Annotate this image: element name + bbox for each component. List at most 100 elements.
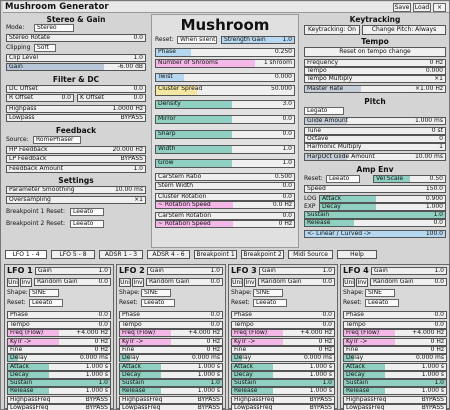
strength-gain-slider[interactable]: Strength Gain 1.0 [221, 36, 295, 44]
lfo-gain-slider[interactable]: Gain 1.0 [259, 267, 335, 275]
lfo-fine-slider[interactable]: Fine 0 Hz [7, 346, 111, 354]
lfo-kytr-slider[interactable]: KyTr -> 0 Hz [119, 338, 223, 346]
bp2-reset-select[interactable]: Leeato [70, 220, 104, 228]
lfo-phase-slider[interactable]: Phase 0.0 [343, 311, 447, 319]
lfo-decay-slider[interactable]: Decay 1.000 s [119, 371, 223, 379]
tab-breakpoint-1[interactable]: Breakpoint 1 [194, 250, 237, 259]
mushroom-phase-slider[interactable]: Phase 0.250 [155, 48, 295, 57]
lfo-attack-slider[interactable]: Attack 1.000 s [343, 363, 447, 371]
lfo-freq-slider[interactable]: Freq (Flow) +4.000 Hz [7, 329, 111, 337]
amp-reset-select[interactable]: Leeato [326, 175, 360, 183]
lfo-fine-slider[interactable]: Fine 0 Hz [119, 346, 223, 354]
keytracking-toggle[interactable]: Keytracking: On [304, 25, 360, 35]
lfo-inv-toggle[interactable]: Inv [356, 278, 368, 287]
cluster-rotation-speed-slider[interactable]: ~ Rotation Speed 0.0 Hz [155, 201, 295, 209]
lfo-lp-slider[interactable]: LowpassFreq BYPASS [7, 404, 111, 410]
highpass-slider[interactable]: Highpass 1.0000 Hz [6, 105, 146, 113]
lfo-sustain-slider[interactable]: Sustain 1.0 [119, 379, 223, 387]
lowpass-slider[interactable]: Lowpass BYPASS [6, 114, 146, 122]
save-button[interactable]: Save [393, 3, 411, 12]
lfo-lp-slider[interactable]: LowpassFreq BYPASS [343, 404, 447, 410]
mushroom-width-slider[interactable]: Width 1.0 [155, 145, 295, 154]
tab-help[interactable]: Help [337, 250, 377, 259]
lfo-random-gain-slider[interactable]: Random Gain 0.0 [34, 278, 111, 286]
tab-lfo-1-4[interactable]: LFO 1 - 4 [5, 250, 47, 259]
lfo-random-gain-slider[interactable]: Random Gain 0.0 [370, 278, 447, 286]
lfo-inv-toggle[interactable]: Inv [132, 278, 144, 287]
lfo-hp-slider[interactable]: HighpassFreq BYPASS [231, 396, 335, 404]
lfo-tempo-slider[interactable]: Tempo 0.0 [119, 321, 223, 329]
clipping-select[interactable]: Soft [34, 44, 56, 52]
master-rate-slider[interactable]: Master Rate ×1.00 Hz [304, 85, 446, 93]
lfo-release-slider[interactable]: Release 1.000 s [7, 387, 111, 395]
gain-slider[interactable]: Gain -6.00 dB [6, 63, 146, 71]
hp-feedback-slider[interactable]: HP Feedback 20.000 Hz [6, 146, 146, 154]
lfo-freq-slider[interactable]: Freq (Flow) +4.000 Hz [119, 329, 223, 337]
tempo-slider[interactable]: Tempo 0.000 [304, 67, 446, 75]
bp1-reset-select[interactable]: Leeato [70, 208, 104, 216]
lfo-delay-slider[interactable]: Delay 0.000 ms [119, 354, 223, 362]
mushroom-mirror-slider[interactable]: Mirror 0.0 [155, 115, 295, 124]
harmonic-multiply-slider[interactable]: Harmonic Multiply 1 [304, 143, 446, 151]
lfo-gain-slider[interactable]: Gain 1.0 [147, 267, 223, 275]
lfo-lp-slider[interactable]: LowpassFreq BYPASS [231, 404, 335, 410]
attack-slider[interactable]: Attack 0.900 [319, 195, 446, 203]
lfo-inv-toggle[interactable]: Inv [244, 278, 256, 287]
lfo-release-slider[interactable]: Release 1.000 s [119, 387, 223, 395]
lfo-shape-select[interactable]: SINE [253, 289, 283, 297]
lfo-uni-toggle[interactable]: Uni [343, 278, 355, 287]
tab-midi-source[interactable]: Midi Source [288, 250, 333, 259]
lfo-kytr-slider[interactable]: KyTr -> 0 Hz [343, 338, 447, 346]
lfo-freq-slider[interactable]: Freq (Flow) +4.000 Hz [231, 329, 335, 337]
parameter-smoothing-slider[interactable]: Parameter Smoothing 10.00 ms [6, 186, 146, 194]
change-pitch-select[interactable]: Change Pitch: Always [362, 25, 446, 35]
speed-slider[interactable]: Speed 150.0 [304, 185, 446, 193]
tab-lfo-5-8[interactable]: LFO 5 - 8 [51, 250, 95, 259]
mushroom-cluster-spread-slider[interactable]: Cluster Spread 50.000 [155, 85, 295, 96]
lfo-kytr-slider[interactable]: KyTr -> 0 Hz [231, 338, 335, 346]
glide-amount-slider[interactable]: Glide Amount 1.000 ms [304, 117, 446, 125]
lfo-fine-slider[interactable]: Fine 0 Hz [343, 346, 447, 354]
tempo-multiply-slider[interactable]: Tempo Multiply ×1 [304, 75, 446, 83]
pitch-mode-select[interactable]: Legato [304, 107, 344, 115]
feedback-source-select[interactable]: RomePhaser [33, 136, 81, 144]
carstem-rotation-slider[interactable]: CarStem Rotation 0.0 [155, 212, 295, 220]
lfo-delay-slider[interactable]: Delay 0.000 ms [7, 354, 111, 362]
carstem-rotation-speed-slider[interactable]: ~ Rotation Speed 0 Hz [155, 220, 295, 228]
lfo-sustain-slider[interactable]: Sustain 1.0 [7, 379, 111, 387]
lfo-phase-slider[interactable]: Phase 0.0 [7, 311, 111, 319]
mushroom-density-slider[interactable]: Density 3.0 [155, 100, 295, 109]
lfo-fine-slider[interactable]: Fine 0 Hz [231, 346, 335, 354]
lfo-attack-slider[interactable]: Attack 1.000 s [7, 363, 111, 371]
lfo-tempo-slider[interactable]: Tempo 0.0 [7, 321, 111, 329]
linear-curved-slider[interactable]: <- Linear / Curved -> 100.0 [304, 230, 446, 238]
decay-slider[interactable]: Decay 1.000 [319, 203, 446, 211]
lfo-tempo-slider[interactable]: Tempo 0.0 [343, 321, 447, 329]
tab-breakpoint-2[interactable]: Breakpoint 2 [241, 250, 284, 259]
close-icon[interactable]: × [433, 3, 446, 12]
lfo-reset-select[interactable]: Leeato [365, 299, 399, 307]
lfo-shape-select[interactable]: SINE [365, 289, 395, 297]
k-offset-slider[interactable]: K Offset 0.0 [77, 94, 146, 102]
frequency-slider[interactable]: Frequency 0 Hz [304, 59, 446, 67]
reset-on-tempo-change-button[interactable]: Reset on tempo change [304, 47, 446, 57]
lp-feedback-slider[interactable]: LP Feedback BYPASS [6, 155, 146, 163]
tab-adsr-1-3[interactable]: ADSR 1 - 3 [99, 250, 143, 259]
lfo-inv-toggle[interactable]: Inv [20, 278, 32, 287]
tune-slider[interactable]: Tune 0 st [304, 127, 446, 135]
stereo-rotate-slider[interactable]: Stereo Rotate 0.0 [6, 34, 146, 42]
carstem-ratio-slider[interactable]: CarStem Ratio 0.500 [155, 173, 295, 181]
lfo-hp-slider[interactable]: HighpassFreq BYPASS [7, 396, 111, 404]
stem-width-slider[interactable]: Stem Width 0.0 [155, 182, 295, 190]
lfo-gain-slider[interactable]: Gain 1.0 [371, 267, 447, 275]
lfo-kytr-slider[interactable]: KyTr -> 0 Hz [7, 338, 111, 346]
lfo-decay-slider[interactable]: Decay 1.000 s [343, 371, 447, 379]
oversampling-slider[interactable]: Oversampling ×1 [6, 196, 146, 204]
tab-adsr-4-6[interactable]: ADSR 4 - 6 [147, 250, 190, 259]
lfo-phase-slider[interactable]: Phase 0.0 [119, 311, 223, 319]
feedback-amount-slider[interactable]: Feedback Amount 1.0 [6, 165, 146, 173]
octave-slider[interactable]: Octave 0 [304, 135, 446, 143]
lfo-attack-slider[interactable]: Attack 1.000 s [231, 363, 335, 371]
load-button[interactable]: Load [413, 3, 431, 12]
mushroom-grow-slider[interactable]: Grow 1.0 [155, 159, 295, 168]
